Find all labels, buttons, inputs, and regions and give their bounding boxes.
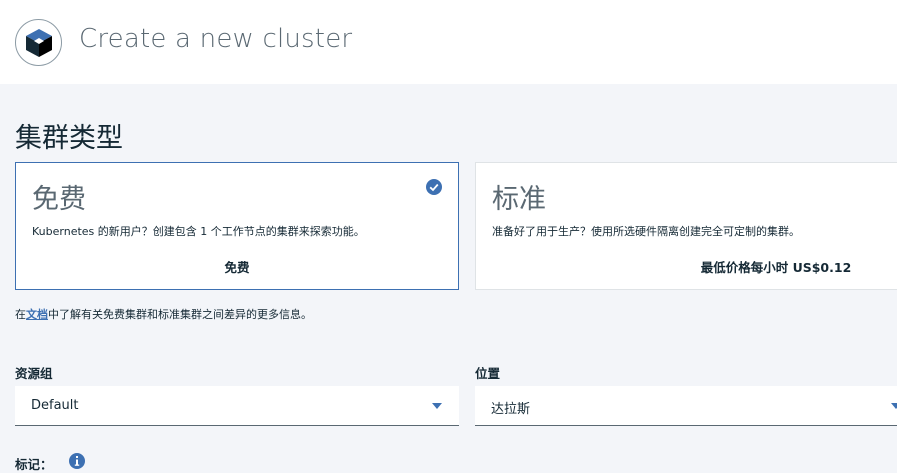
- free-cluster-tile[interactable]: 免费 Kubernetes 的新用户？创建包含 1 个工作节点的集群来探索功能。…: [15, 162, 459, 290]
- standard-tile-price: 最低价格每小时 US$0.12: [700, 260, 852, 275]
- cluster-type-heading: 集群类型: [15, 123, 123, 154]
- free-tile-price: 免费: [224, 260, 250, 275]
- info-icon[interactable]: [69, 453, 85, 469]
- standard-cluster-tile[interactable]: 标准 准备好了用于生产？使用所选硬件隔离创建完全可定制的集群。 最低价格每小时 …: [475, 162, 897, 290]
- page-header: Create a new cluster: [0, 0, 897, 84]
- documentation-link[interactable]: 文档: [26, 308, 48, 321]
- doc-note-suffix: 中了解有关免费集群和标准集群之间差异的更多信息。: [48, 308, 312, 321]
- doc-note-prefix: 在: [15, 308, 26, 321]
- resource-group-label: 资源组: [15, 366, 53, 381]
- chevron-down-icon: [891, 403, 897, 409]
- location-select[interactable]: 达拉斯: [475, 386, 897, 426]
- free-tile-description: Kubernetes 的新用户？创建包含 1 个工作节点的集群来探索功能。: [32, 225, 365, 238]
- resource-group-select[interactable]: Default: [15, 386, 459, 426]
- resource-group-value: Default: [31, 398, 79, 413]
- checkmark-icon: [426, 179, 442, 195]
- standard-tile-name: 标准: [492, 184, 546, 215]
- chevron-down-icon: [432, 403, 442, 409]
- location-value: 达拉斯: [491, 402, 531, 417]
- page-title: Create a new cluster: [79, 24, 353, 54]
- documentation-note: 在文档中了解有关免费集群和标准集群之间差异的更多信息。: [15, 306, 312, 322]
- tags-label: 标记：: [15, 457, 53, 472]
- location-label: 位置: [475, 366, 501, 381]
- free-tile-name: 免费: [32, 184, 86, 215]
- kubernetes-cube-icon: [15, 19, 62, 66]
- standard-tile-description: 准备好了用于生产？使用所选硬件隔离创建完全可定制的集群。: [492, 225, 800, 238]
